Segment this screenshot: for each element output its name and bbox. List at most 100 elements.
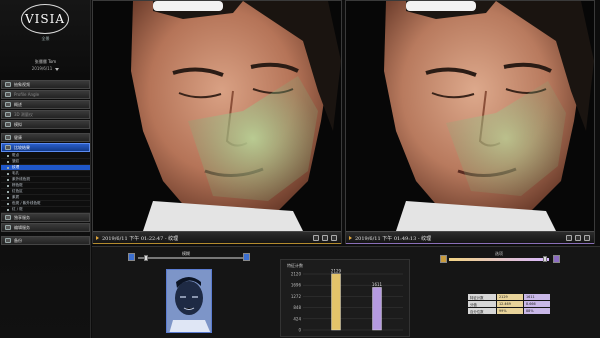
logo-subtitle: 全景: [41, 36, 50, 41]
camera-icon[interactable]: [322, 235, 328, 241]
thumbnail-image: [167, 270, 211, 332]
simulation-icon: [5, 122, 11, 127]
visia-logo: VISIA: [21, 4, 69, 34]
health-icon: [5, 135, 11, 140]
blur-slider-handle[interactable]: [144, 255, 148, 261]
face-image: [93, 1, 341, 231]
menu-item-edit[interactable]: 编辑服务: [1, 223, 90, 232]
sub-item-label: 棕色斑: [12, 183, 23, 187]
caption-text: 2019/6/11 下午 01:49:13 - 纹理: [355, 235, 432, 242]
menu-item-simulation[interactable]: 模拟: [1, 120, 90, 129]
chevron-down-icon: [55, 67, 60, 71]
service-icon: [5, 215, 11, 220]
sub-item-label: 皱纹: [12, 159, 20, 163]
row-label: 特征计数: [468, 294, 496, 300]
face-photo-left[interactable]: [93, 1, 341, 231]
bar-value-label: 2129: [331, 268, 342, 273]
compare-icon: [5, 145, 11, 150]
compare-panel-left: 2019/6/11 下午 01:22:47 - 纹理: [92, 0, 342, 244]
face-photo-right[interactable]: [346, 1, 594, 231]
session-date-select[interactable]: 2019/6/11: [0, 66, 91, 71]
video-icon: [5, 82, 11, 87]
adjust-icon[interactable]: [313, 235, 319, 241]
bullet-icon: [7, 154, 9, 157]
left-image-select[interactable]: [440, 255, 447, 263]
table-row: 分值 12.469 8.666: [468, 301, 550, 307]
menu-item-label: 健康: [14, 134, 22, 140]
sub-item-label: 纹理: [12, 165, 20, 169]
bullet-icon: [7, 190, 9, 193]
menu-item-capture[interactable]: 抽象视频: [1, 80, 90, 89]
sub-item-label: 斑点: [12, 153, 20, 157]
bullet-icon: [7, 202, 9, 205]
y-tick-label: 0: [298, 328, 301, 333]
feature-count-chart: 特征计数 0 424 848 1272 1696 2120 2129 1611: [280, 259, 410, 337]
edit-icon: [5, 225, 11, 230]
bullet-icon: [7, 178, 9, 181]
blur-slider-track[interactable]: [138, 257, 244, 259]
menu-item-label: 独享服务: [14, 214, 30, 220]
photo-caption-right: 2019/6/11 下午 01:49:13 - 纹理: [346, 231, 594, 244]
compare-spectrum[interactable]: [449, 258, 549, 261]
chart-title: 特征计数: [287, 263, 303, 268]
camera-icon[interactable]: [575, 235, 581, 241]
bar-value-label: 1611: [372, 282, 383, 287]
main-menu: 抽象视频 Profile Angle 概述 3D 测量仪 模拟 健康 比较结果 …: [1, 80, 90, 246]
bullet-icon: [7, 184, 9, 187]
analysis-panel: 模糊 特征计数 0 424 848 1272 1696 2120 2129 1611 选项 特…: [92, 246, 600, 338]
menu-item-label: 编辑服务: [14, 224, 30, 230]
slider-min-button[interactable]: [128, 253, 135, 261]
bar-chart: 0 424 848 1272 1696 2120 2129 1611: [291, 268, 403, 333]
row-label: 百分位数: [468, 308, 496, 314]
menu-item-label: 备份: [14, 237, 22, 243]
y-tick-label: 1696: [291, 283, 302, 288]
value-right: 8.666: [524, 301, 550, 307]
play-icon[interactable]: [349, 236, 352, 240]
options-title: 选项: [495, 251, 503, 256]
sub-item-label: 紫外线色斑: [12, 177, 30, 181]
sub-item-label: 红 / 斑: [12, 207, 23, 211]
bar: [372, 287, 382, 331]
menu-item-label: 比较结果: [14, 144, 30, 150]
y-tick-label: 424: [293, 316, 301, 321]
sub-item-label: 毛孔: [12, 171, 20, 175]
compare-slider-handle[interactable]: [543, 256, 547, 262]
menu-item-label: 抽象视频: [14, 81, 30, 87]
menu-item-compare[interactable]: 比较结果: [1, 143, 90, 152]
face-thumbnail[interactable]: [166, 269, 212, 333]
sub-item-label: 红色区: [12, 189, 23, 193]
row-label: 分值: [468, 301, 496, 307]
menu-item-label: Profile Angle: [14, 92, 40, 97]
face-image: [346, 1, 594, 231]
stats-table: 特征计数 2129 1611 分值 12.469 8.666 百分位数 99% …: [468, 294, 550, 319]
bar: [331, 273, 341, 331]
menu-item-overview[interactable]: 概述: [1, 100, 90, 109]
slider-max-button[interactable]: [243, 253, 250, 261]
bullet-icon: [7, 196, 9, 199]
adjust-icon[interactable]: [566, 235, 572, 241]
y-tick-label: 848: [293, 305, 301, 310]
value-left: 12.469: [497, 301, 523, 307]
caption-text: 2019/6/11 下午 01:22:47 - 纹理: [102, 235, 179, 242]
menu-item-label: 模拟: [14, 121, 22, 127]
bullet-icon: [7, 166, 9, 169]
3d-icon: [5, 112, 11, 117]
menu-item-profile[interactable]: Profile Angle: [1, 90, 90, 99]
menu-item-3d[interactable]: 3D 测量仪: [1, 110, 90, 119]
expand-icon[interactable]: [584, 235, 590, 241]
value-right: 1611: [524, 294, 550, 300]
menu-item-health[interactable]: 健康: [1, 133, 90, 142]
menu-item-backup[interactable]: 备份: [1, 236, 90, 245]
sub-item-label: 紫质: [12, 195, 20, 199]
play-icon[interactable]: [96, 236, 99, 240]
bullet-icon: [7, 160, 9, 163]
compare-panel-right: 2019/6/11 下午 01:49:13 - 纹理: [345, 0, 595, 244]
menu-item-label: 概述: [14, 101, 22, 107]
right-image-select[interactable]: [553, 255, 560, 263]
patient-name[interactable]: 张僵僵 Tom: [0, 59, 91, 65]
expand-icon[interactable]: [331, 235, 337, 241]
backup-icon: [5, 238, 11, 243]
sub-item-label: 色斑 / 紫外线色斑: [12, 201, 41, 205]
menu-item-exclusive[interactable]: 独享服务: [1, 213, 90, 222]
profile-icon: [5, 92, 11, 97]
